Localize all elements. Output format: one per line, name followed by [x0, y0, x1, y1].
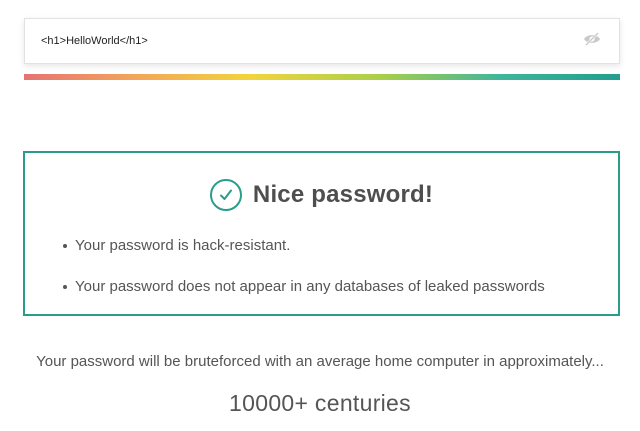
list-item: Your password does not appear in any dat…: [63, 276, 545, 297]
bruteforce-description: Your password will be bruteforced with a…: [36, 353, 604, 370]
eye-slash-icon: [583, 31, 601, 51]
bruteforce-time: 10000+ centuries: [229, 390, 411, 416]
toggle-visibility-button[interactable]: [581, 30, 603, 52]
password-input-container: [24, 18, 620, 64]
check-circle-icon: [209, 179, 242, 211]
result-list: Your password is hack-resistant. Your pa…: [63, 235, 545, 297]
password-strength-bar: [24, 74, 620, 80]
password-result-panel: Nice password! Your password is hack-res…: [23, 151, 620, 316]
password-strength-fill: [24, 74, 620, 80]
result-header: Nice password!: [25, 179, 618, 211]
result-title: Nice password!: [252, 181, 434, 208]
list-item: Your password is hack-resistant.: [63, 235, 545, 256]
password-input[interactable]: [41, 35, 581, 47]
